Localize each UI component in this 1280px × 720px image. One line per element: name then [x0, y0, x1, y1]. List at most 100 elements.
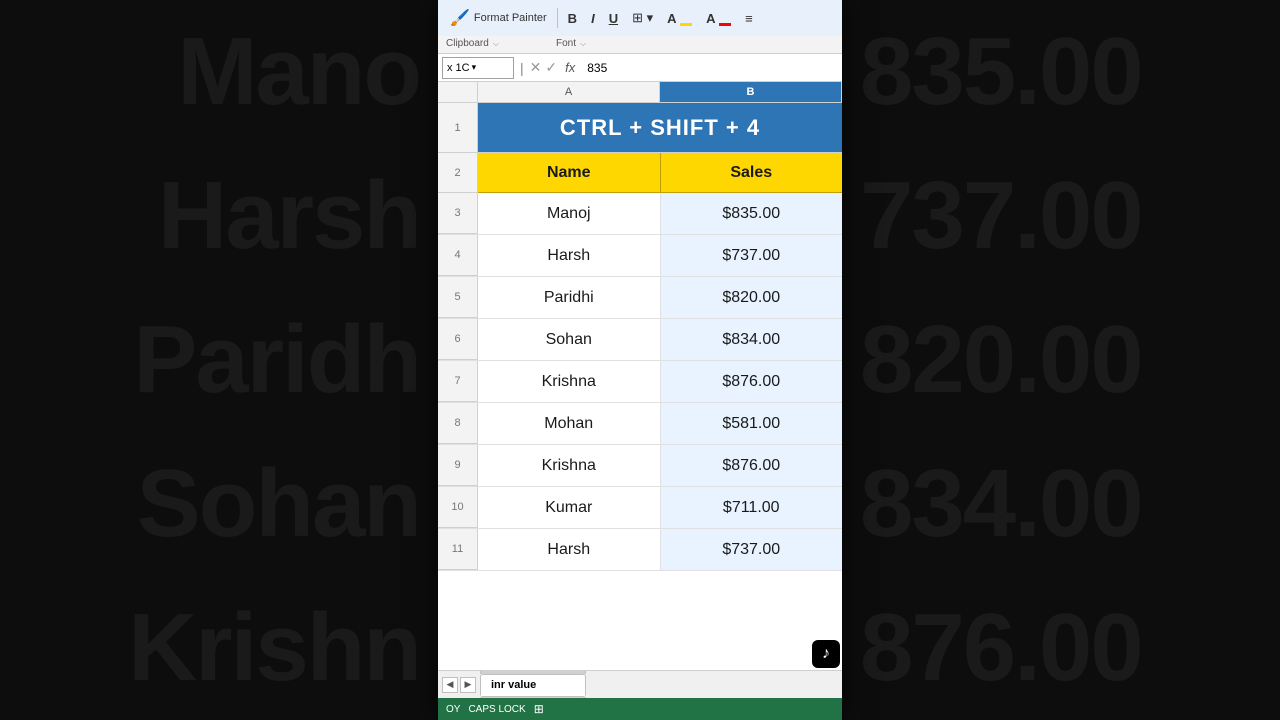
- cell-name-2[interactable]: Paridhi: [478, 277, 661, 318]
- table-header-row: 2 Name Sales: [438, 153, 842, 193]
- cell-name-3[interactable]: Sohan: [478, 319, 661, 360]
- bg-text-3: Paridh: [133, 305, 420, 415]
- row-num-header: [438, 82, 478, 102]
- table-row: 10 Kumar $711.00: [438, 487, 842, 529]
- merged-cell: CTRL + SHIFT + 4: [478, 103, 842, 153]
- format-painter-label: Format Painter: [474, 12, 547, 24]
- column-headers: A B: [438, 82, 842, 103]
- sheet-tabs-container: remove duplicateinr valueremove dup: [480, 670, 588, 698]
- italic-button[interactable]: I: [587, 9, 599, 28]
- cell-name-8[interactable]: Harsh: [478, 529, 661, 570]
- tiktok-watermark: ♪: [812, 640, 840, 668]
- cell-name-4[interactable]: Krishna: [478, 361, 661, 402]
- tiktok-logo-icon: ♪: [812, 640, 840, 668]
- format-painter-button[interactable]: 🖌️ Format Painter: [446, 6, 551, 30]
- background-right: 835.00 737.00 820.00 834.00 876.00: [840, 0, 1280, 720]
- row-num-2: 2: [438, 153, 478, 193]
- bg-right-text-2: 737.00: [860, 161, 1142, 271]
- cell-sales-8[interactable]: $737.00: [661, 529, 843, 570]
- table-row: 11 Harsh $737.00: [438, 529, 842, 571]
- fill-color-button[interactable]: A: [663, 9, 696, 28]
- table-row: 3 Manoj $835.00: [438, 193, 842, 235]
- sheet-navigation: ◀ ▶: [442, 677, 476, 693]
- font-label-text: Font: [556, 38, 576, 49]
- name-box[interactable]: x 1C ▾: [442, 57, 514, 79]
- formula-controls: ✕ ✓: [530, 59, 557, 76]
- clipboard-label-text: Clipboard: [446, 38, 489, 49]
- background-left: Mano Harsh Paridh Sohan Krishn: [0, 0, 440, 720]
- fill-color-icon: A: [667, 11, 676, 26]
- status-ready: OY: [446, 704, 460, 715]
- table-row: 8 Mohan $581.00: [438, 403, 842, 445]
- cell-sales-1[interactable]: $737.00: [661, 235, 843, 276]
- cell-name-0[interactable]: Manoj: [478, 193, 661, 234]
- spreadsheet: 1 CTRL + SHIFT + 4 2 Name Sales 3 Manoj …: [438, 103, 842, 670]
- bg-right-text-1: 835.00: [860, 17, 1142, 127]
- underline-button[interactable]: U: [605, 9, 622, 28]
- row-num-7: 7: [438, 361, 478, 402]
- format-painter-icon: 🖌️: [450, 8, 470, 28]
- ribbon: 🖌️ Format Painter B I U ⊞ ▾ A A ≡ Clipbo…: [438, 0, 842, 54]
- clipboard-label-group: Clipboard ⌵: [446, 38, 526, 49]
- row-num-9: 9: [438, 445, 478, 486]
- tiktok-symbol: ♪: [822, 645, 830, 663]
- cell-sales-2[interactable]: $820.00: [661, 277, 843, 318]
- sheet-tab-1[interactable]: inr value: [480, 674, 586, 696]
- cell-name-7[interactable]: Kumar: [478, 487, 661, 528]
- row-num-11: 11: [438, 529, 478, 570]
- formula-separator: |: [518, 60, 526, 76]
- bold-button[interactable]: B: [564, 9, 581, 28]
- row-num-5: 5: [438, 277, 478, 318]
- bg-right-text-4: 834.00: [860, 449, 1142, 559]
- cell-name-6[interactable]: Krishna: [478, 445, 661, 486]
- data-rows-container: 3 Manoj $835.00 4 Harsh $737.00 5 Paridh…: [438, 193, 842, 571]
- name-box-value: x 1C: [447, 62, 470, 74]
- header-name[interactable]: Name: [478, 153, 661, 193]
- font-expand-icon[interactable]: ⌵: [580, 39, 586, 49]
- col-header-a[interactable]: A: [478, 82, 660, 102]
- table-row: 6 Sohan $834.00: [438, 319, 842, 361]
- cell-sales-3[interactable]: $834.00: [661, 319, 843, 360]
- cell-name-1[interactable]: Harsh: [478, 235, 661, 276]
- status-icon: ⊞: [534, 702, 544, 716]
- cell-sales-5[interactable]: $581.00: [661, 403, 843, 444]
- table-row: 7 Krishna $876.00: [438, 361, 842, 403]
- bg-text-2: Harsh: [158, 161, 420, 271]
- row-num-8: 8: [438, 403, 478, 444]
- sheet-nav-right[interactable]: ▶: [460, 677, 476, 693]
- ribbon-separator-1: [557, 8, 558, 28]
- clipboard-expand-icon[interactable]: ⌵: [493, 39, 499, 49]
- formula-input[interactable]: [583, 59, 838, 77]
- row-num-1: 1: [438, 103, 478, 153]
- fx-label: fx: [561, 60, 579, 75]
- table-row: 5 Paridhi $820.00: [438, 277, 842, 319]
- ribbon-labels: Clipboard ⌵ Font ⌵: [438, 36, 842, 53]
- cell-sales-7[interactable]: $711.00: [661, 487, 843, 528]
- row-num-6: 6: [438, 319, 478, 360]
- status-caps-lock: CAPS LOCK: [468, 704, 525, 715]
- table-row: 4 Harsh $737.00: [438, 235, 842, 277]
- cell-sales-0[interactable]: $835.00: [661, 193, 843, 234]
- ctrl-shift-text: CTRL + SHIFT + 4: [560, 115, 760, 141]
- sheet-nav-left[interactable]: ◀: [442, 677, 458, 693]
- border-button[interactable]: ⊞ ▾: [628, 8, 657, 28]
- header-sales[interactable]: Sales: [661, 153, 843, 193]
- col-header-b[interactable]: B: [660, 82, 842, 102]
- fx-confirm-button[interactable]: ✓: [545, 59, 557, 76]
- font-color-button[interactable]: A: [702, 9, 735, 28]
- merged-header-row: 1 CTRL + SHIFT + 4: [438, 103, 842, 153]
- sheet-bar: ◀ ▶ remove duplicateinr valueremove dup: [438, 670, 842, 698]
- sheet-tab-0[interactable]: remove duplicate: [480, 670, 586, 674]
- fx-cancel-button[interactable]: ✕: [530, 59, 542, 76]
- cell-sales-6[interactable]: $876.00: [661, 445, 843, 486]
- bg-text-4: Sohan: [137, 449, 420, 559]
- formula-bar: x 1C ▾ | ✕ ✓ fx: [438, 54, 842, 82]
- status-bar: OY CAPS LOCK ⊞: [438, 698, 842, 720]
- row-num-10: 10: [438, 487, 478, 528]
- name-box-dropdown-icon[interactable]: ▾: [472, 62, 477, 73]
- font-label-group: Font ⌵: [556, 38, 834, 49]
- cell-name-5[interactable]: Mohan: [478, 403, 661, 444]
- cell-sales-4[interactable]: $876.00: [661, 361, 843, 402]
- row-num-3: 3: [438, 193, 478, 234]
- more-button[interactable]: ≡: [741, 9, 757, 28]
